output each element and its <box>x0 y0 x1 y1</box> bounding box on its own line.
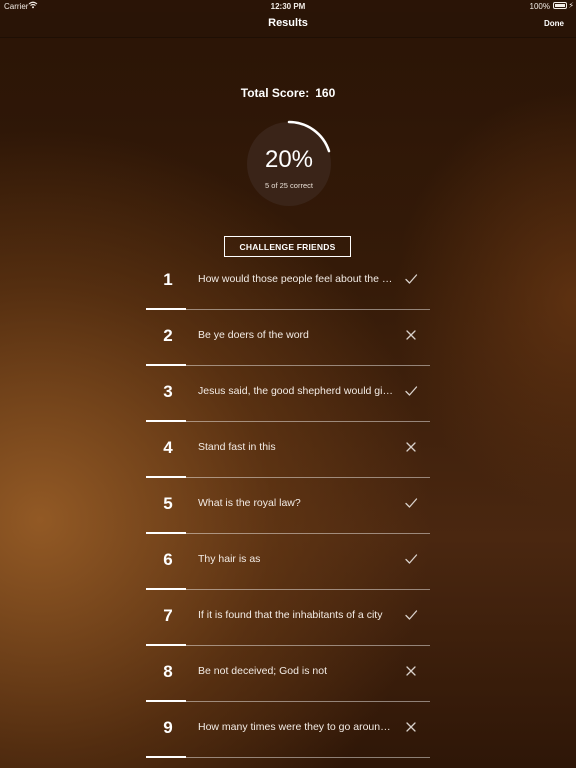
checkmark-icon <box>404 608 418 622</box>
result-number: 1 <box>163 270 173 289</box>
total-score-label: Total Score: <box>240 86 310 100</box>
battery-icon <box>553 2 567 9</box>
status-time: 12:30 PM <box>270 2 306 11</box>
result-number: 6 <box>163 550 173 569</box>
total-score-value: 160 <box>315 86 336 100</box>
checkmark-icon <box>404 384 418 398</box>
result-number: 4 <box>163 438 173 457</box>
row-divider-accent <box>146 756 186 758</box>
result-row[interactable]: 1 How would those people feel about the g… <box>146 254 430 310</box>
result-question: How would those people feel about the go… <box>198 273 393 285</box>
total-score: Total Score: 160 <box>0 86 576 100</box>
result-number: 5 <box>163 494 173 513</box>
result-question: Jesus said, the good shepherd would give… <box>198 385 393 397</box>
result-row[interactable]: 6 Thy hair is as <box>146 534 430 590</box>
cross-icon <box>404 664 418 678</box>
result-row[interactable]: 7 If it is found that the inhabitants of … <box>146 590 430 646</box>
result-row[interactable]: 9 How many times were they to go around t… <box>146 702 430 758</box>
result-number: 3 <box>163 382 173 401</box>
progress-percent: 20% <box>264 146 314 173</box>
checkmark-icon <box>404 496 418 510</box>
result-question: Be ye doers of the word <box>198 329 309 341</box>
result-question: How many times were they to go around th… <box>198 721 393 733</box>
status-bar: Carrier 12:30 PM 100% ⚡ <box>0 0 576 12</box>
cross-icon <box>404 328 418 342</box>
result-row[interactable]: 3 Jesus said, the good shepherd would giv… <box>146 366 430 422</box>
charging-icon: ⚡ <box>568 1 574 10</box>
result-row[interactable]: 5 What is the royal law? <box>146 478 430 534</box>
results-list: 1 How would those people feel about the g… <box>146 254 430 758</box>
checkmark-icon <box>404 272 418 286</box>
result-question: Stand fast in this <box>198 441 276 453</box>
navigation-bar: Results Done <box>0 12 576 38</box>
result-row[interactable]: 8 Be not deceived; God is not <box>146 646 430 702</box>
result-number: 2 <box>163 326 173 345</box>
row-divider <box>186 757 430 758</box>
result-number: 8 <box>163 662 173 681</box>
cross-icon <box>404 720 418 734</box>
result-question: Be not deceived; God is not <box>198 665 327 677</box>
cross-icon <box>404 440 418 454</box>
done-button[interactable]: Done <box>544 19 564 28</box>
progress-ring: 20% 5 of 25 correct <box>243 118 335 210</box>
result-number: 7 <box>163 606 173 625</box>
result-question: Thy hair is as <box>198 553 261 565</box>
checkmark-icon <box>404 552 418 566</box>
result-question: If it is found that the inhabitants of a… <box>198 609 383 621</box>
result-row[interactable]: 4 Stand fast in this <box>146 422 430 478</box>
progress-subtitle: 5 of 25 correct <box>265 181 313 190</box>
battery-percent: 100% <box>529 2 550 11</box>
result-question: What is the royal law? <box>198 497 301 509</box>
page-title: Results <box>268 17 308 29</box>
result-row[interactable]: 2 Be ye doers of the word <box>146 310 430 366</box>
result-number: 9 <box>163 718 173 737</box>
